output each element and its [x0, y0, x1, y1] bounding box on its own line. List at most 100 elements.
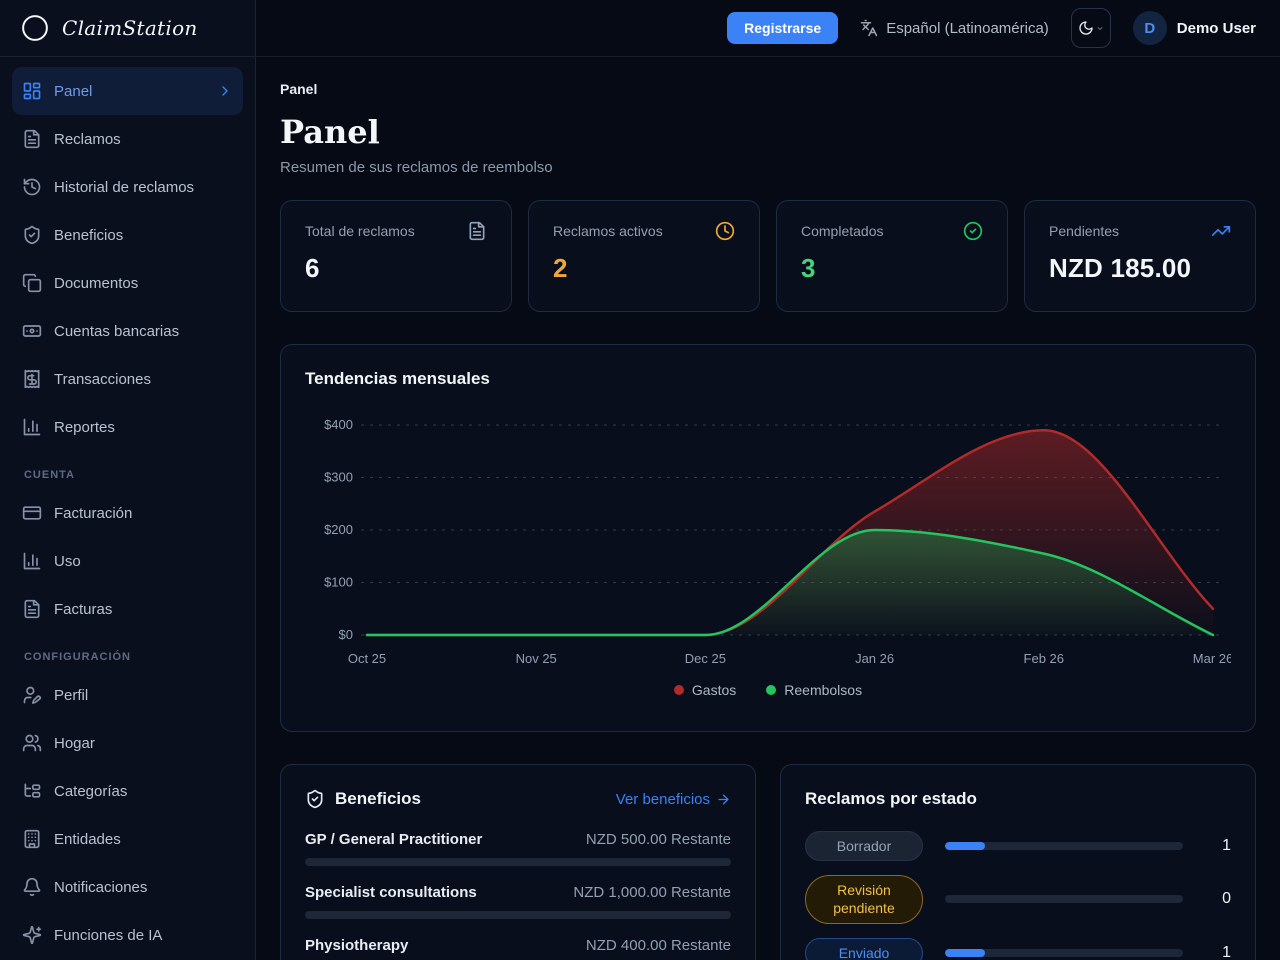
language-label: Español (Latinoamérica)	[886, 19, 1049, 37]
status-badge: Borrador	[805, 831, 923, 862]
legend-item: Reembolsos	[766, 682, 862, 698]
topbar: Registrarse Español (Latinoamérica) D De…	[256, 0, 1280, 57]
register-button[interactable]: Registrarse	[727, 12, 839, 44]
sidebar-item-label: Historial de reclamos	[54, 178, 195, 196]
status-badge: Revisión pendiente	[805, 875, 923, 924]
sidebar-item-cuentas-bancarias[interactable]: Cuentas bancarias	[12, 307, 243, 355]
claims-by-status-card: Reclamos por estado Borrador 1 Revisión pe…	[780, 764, 1256, 960]
stat-label: Completados	[801, 223, 884, 239]
arrow-right-icon	[716, 792, 731, 807]
nav-section-header: CONFIGURACIÓN	[24, 651, 131, 663]
status-count: 1	[1222, 837, 1231, 855]
user-menu[interactable]: D Demo User	[1132, 11, 1256, 45]
status-progress-bar	[945, 842, 1183, 851]
sidebar-item-label: Transacciones	[54, 370, 151, 388]
moon-icon	[1078, 19, 1094, 37]
svg-text:Nov 25: Nov 25	[516, 651, 557, 666]
benefit-name: Physiotherapy	[305, 937, 409, 954]
svg-text:$0: $0	[339, 627, 353, 642]
svg-text:Mar 26: Mar 26	[1193, 651, 1231, 666]
status-row: Enviado 1	[805, 937, 1231, 960]
sidebar-item-documentos[interactable]: Documentos	[12, 259, 243, 307]
language-selector[interactable]: Español (Latinoamérica)	[860, 19, 1049, 37]
bar-chart-icon	[22, 551, 42, 571]
chart-title: Tendencias mensuales	[305, 369, 490, 388]
sidebar-item-funciones-de-ia[interactable]: Funciones de IA	[12, 911, 243, 959]
sidebar-item-historial-de-reclamos[interactable]: Historial de reclamos	[12, 163, 243, 211]
file-text-icon	[22, 599, 42, 619]
legend-dot-icon	[766, 685, 777, 695]
sidebar-item-label: Categorías	[54, 782, 128, 800]
stat-value: 3	[801, 253, 816, 283]
sidebar-item-uso[interactable]: Uso	[12, 537, 243, 585]
benefit-item: Specialist consultations NZD 1,000.00 Res…	[305, 884, 731, 919]
brand-logo[interactable]: ClaimStation	[0, 0, 255, 57]
sidebar-item-facturacion[interactable]: Facturación	[12, 489, 243, 537]
svg-text:$200: $200	[324, 522, 353, 537]
bell-icon	[22, 877, 42, 897]
sidebar-item-label: Notificaciones	[54, 878, 148, 896]
status-count: 1	[1222, 943, 1231, 960]
sidebar-item-label: Facturas	[54, 600, 113, 618]
claims-status-list: Borrador 1 Revisión pendiente 0 Enviado 1	[805, 831, 1231, 960]
bottom-grid: Beneficios Ver beneficios GP / General P…	[280, 764, 1256, 960]
stat-value: 6	[305, 253, 320, 283]
sidebar-item-reclamos[interactable]: Reclamos	[12, 115, 243, 163]
clock-icon	[715, 221, 735, 241]
sidebar-item-facturas[interactable]: Facturas	[12, 585, 243, 633]
sidebar-item-label: Perfil	[54, 686, 89, 704]
claims-by-status-title: Reclamos por estado	[805, 789, 977, 808]
sidebar-item-label: Hogar	[54, 734, 95, 752]
sidebar-item-beneficios[interactable]: Beneficios	[12, 211, 243, 259]
chevron-right-icon	[217, 83, 233, 99]
copy-icon	[22, 273, 42, 293]
svg-text:Feb 26: Feb 26	[1024, 651, 1064, 666]
banknote-icon	[22, 321, 42, 341]
sidebar-item-panel[interactable]: Panel	[12, 67, 243, 115]
benefits-title: Beneficios	[335, 789, 421, 808]
legend-label: Gastos	[691, 682, 737, 698]
status-count: 0	[1222, 890, 1231, 908]
sidebar-item-label: Reportes	[54, 418, 115, 436]
svg-text:Jan 26: Jan 26	[855, 651, 894, 666]
sparkles-icon	[22, 925, 42, 945]
shield-check-icon	[22, 225, 42, 245]
sidebar-item-label: Cuentas bancarias	[54, 322, 180, 340]
sidebar-item-categorias[interactable]: Categorías	[12, 767, 243, 815]
stat-label: Reclamos activos	[553, 223, 663, 239]
sidebar-item-entidades[interactable]: Entidades	[12, 815, 243, 863]
view-benefits-link[interactable]: Ver beneficios	[616, 791, 731, 808]
benefit-remaining: NZD 1,000.00 Restante	[573, 884, 731, 901]
sidebar-item-label: Funciones de IA	[54, 926, 163, 944]
history-icon	[22, 177, 42, 197]
svg-text:$100: $100	[324, 575, 353, 590]
page-title: Panel	[280, 113, 380, 151]
chevron-down-icon	[1096, 24, 1104, 33]
brand-name: ClaimStation	[62, 16, 198, 40]
theme-toggle-button[interactable]	[1070, 8, 1111, 48]
sidebar-item-hogar[interactable]: Hogar	[12, 719, 243, 767]
circle-check-icon	[963, 221, 983, 241]
benefit-name: GP / General Practitioner	[305, 831, 483, 848]
legend-label: Reembolsos	[784, 682, 863, 698]
sidebar: ClaimStation Panel Reclamos Historial de r…	[0, 0, 256, 960]
chart-legend: Gastos Reembolsos	[305, 682, 1231, 698]
sidebar-item-notificaciones[interactable]: Notificaciones	[12, 863, 243, 911]
building-icon	[22, 829, 42, 849]
stat-value: 2	[553, 253, 568, 283]
main-area: Registrarse Español (Latinoamérica) D De…	[256, 0, 1280, 960]
stat-card: Pendientes NZD 185.00	[1024, 200, 1256, 312]
sidebar-item-transacciones[interactable]: Transacciones	[12, 355, 243, 403]
benefit-item: GP / General Practitioner NZD 500.00 Rest…	[305, 831, 731, 866]
sidebar-item-perfil[interactable]: Perfil	[12, 671, 243, 719]
benefit-progress-bar	[305, 911, 731, 919]
status-progress-bar	[945, 895, 1183, 904]
status-row: Borrador 1	[805, 831, 1231, 862]
page-subtitle: Resumen de sus reclamos de reembolso	[280, 159, 553, 176]
sidebar-item-reportes[interactable]: Reportes	[12, 403, 243, 451]
breadcrumb: Panel	[280, 81, 318, 97]
bar-chart-icon	[22, 417, 42, 437]
nav-section-header: CUENTA	[24, 469, 75, 481]
svg-text:$300: $300	[324, 470, 353, 485]
benefit-remaining: NZD 400.00 Restante	[585, 937, 731, 954]
